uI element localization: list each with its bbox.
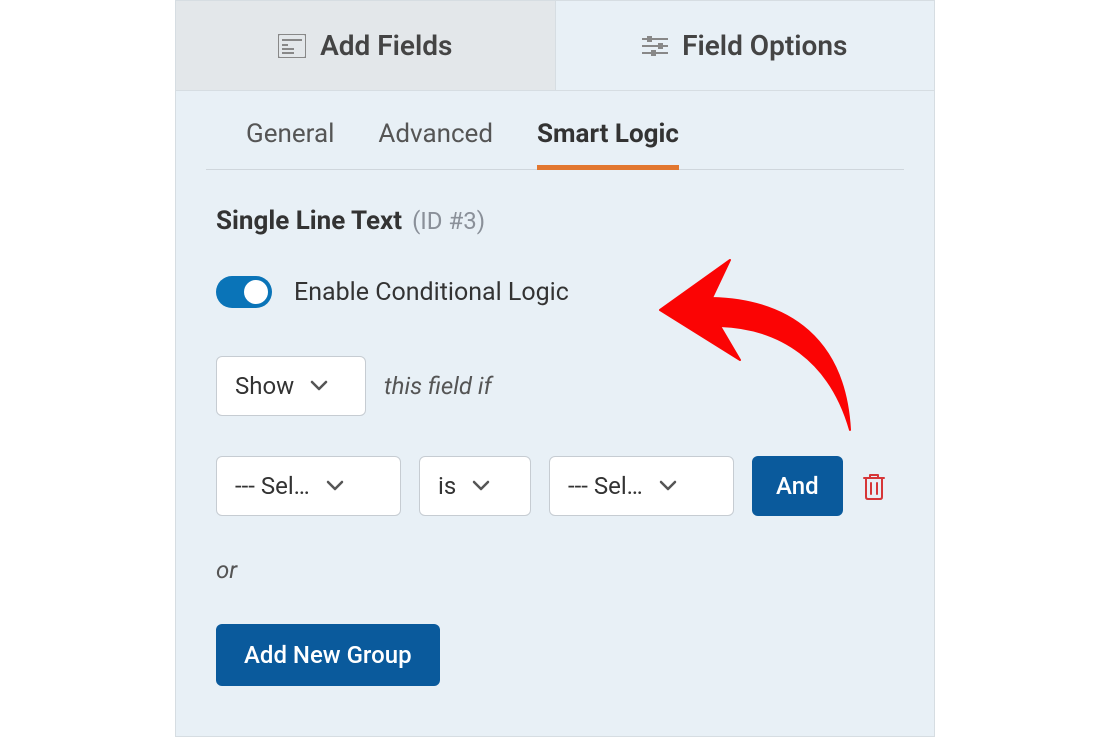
chevron-down-icon [310, 380, 328, 392]
field-title: Single Line Text (ID #3) [216, 206, 894, 236]
tab-add-fields-label: Add Fields [320, 29, 452, 62]
enable-conditional-logic-toggle[interactable] [216, 276, 272, 308]
condition-operator-select[interactable]: is [419, 456, 531, 516]
add-new-group-button[interactable]: Add New Group [216, 624, 440, 686]
sliders-icon [642, 35, 668, 57]
chevron-down-icon [472, 480, 490, 492]
enable-conditional-logic-label: Enable Conditional Logic [294, 278, 569, 307]
field-name: Single Line Text [216, 206, 402, 236]
sub-tab-bar: General Advanced Smart Logic [206, 91, 904, 170]
tab-field-options[interactable]: Field Options [555, 1, 935, 90]
action-suffix: this field if [384, 372, 492, 400]
tab-add-fields[interactable]: Add Fields [176, 1, 555, 90]
tab-field-options-label: Field Options [682, 29, 847, 62]
condition-field-select[interactable]: --- Sel… [216, 456, 401, 516]
add-and-condition-button[interactable]: And [752, 456, 843, 516]
chevron-down-icon [326, 480, 344, 492]
field-id: (ID #3) [412, 207, 485, 235]
condition-value-value: --- Sel… [568, 472, 643, 500]
sub-tab-general[interactable]: General [246, 119, 334, 169]
sub-tab-smart-logic[interactable]: Smart Logic [537, 119, 679, 169]
chevron-down-icon [659, 480, 677, 492]
trash-icon [861, 471, 887, 501]
condition-value-select[interactable]: --- Sel… [549, 456, 734, 516]
sub-tab-advanced[interactable]: Advanced [378, 119, 493, 169]
action-select[interactable]: Show [216, 356, 366, 416]
action-select-value: Show [235, 372, 294, 400]
form-icon [278, 34, 306, 58]
condition-field-value: --- Sel… [235, 472, 310, 500]
toggle-knob [244, 280, 268, 304]
delete-condition-button[interactable] [861, 471, 887, 501]
top-tab-bar: Add Fields Field Options [176, 1, 934, 91]
condition-operator-value: is [438, 472, 456, 500]
or-separator: or [216, 556, 894, 584]
